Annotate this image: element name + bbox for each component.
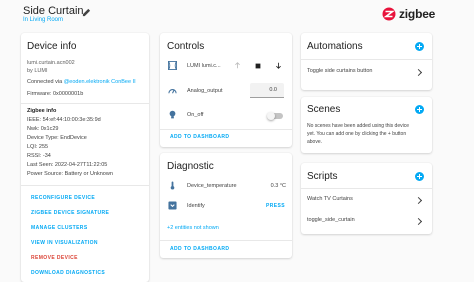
gauge-icon bbox=[168, 89, 177, 94]
brand-text: zigbee bbox=[399, 7, 436, 21]
stop-icon[interactable] bbox=[255, 63, 261, 69]
chevron-right-icon[interactable] bbox=[414, 196, 423, 205]
coordinator-link[interactable]: @eoden.elektronik ConBee II bbox=[64, 79, 136, 85]
view-in-visualization-button[interactable]: VIEW IN VISUALIZATION bbox=[31, 240, 98, 246]
diagnostic-title: Diagnostic bbox=[167, 161, 214, 172]
lqi: LQI: 255 bbox=[27, 144, 49, 150]
script-item[interactable]: toggle_side_curtain bbox=[307, 217, 355, 223]
scenes-empty-text-line2: yet. You can add one by clicking the + b… bbox=[307, 131, 407, 137]
device-manufacturer: by LUMI bbox=[27, 68, 48, 74]
device-temperature-value: 0.3 °C bbox=[270, 183, 286, 189]
divider bbox=[301, 188, 432, 189]
arrow-up-icon[interactable] bbox=[234, 62, 241, 69]
zigbee-logo-icon bbox=[382, 7, 396, 21]
device-model: lumi.curtain.acn002 bbox=[27, 60, 75, 66]
device-type: Device Type: EndDevice bbox=[27, 135, 87, 141]
area-link[interactable]: In Living Room bbox=[23, 17, 63, 23]
analog-output-value: 0.0 bbox=[269, 87, 277, 93]
identify-icon bbox=[168, 201, 177, 210]
firmware: Firmware: 0x0000001b bbox=[27, 91, 84, 97]
reconfigure-device-button[interactable]: RECONFIGURE DEVICE bbox=[31, 195, 95, 201]
identify-press-button[interactable]: PRESS bbox=[266, 203, 285, 209]
analog-output-input[interactable]: 0.0 bbox=[250, 83, 284, 98]
add-automation-button[interactable] bbox=[415, 42, 424, 51]
rssi: RSSI: -34 bbox=[27, 153, 51, 159]
scripts-card: Scripts Watch TV Curtains toggle_side_cu… bbox=[301, 163, 432, 234]
diagnostic-add-to-dashboard-button[interactable]: ADD TO DASHBOARD bbox=[170, 246, 229, 252]
divider bbox=[21, 185, 149, 186]
script-item[interactable]: Watch TV Curtains bbox=[307, 196, 353, 202]
zigbee-brand: zigbee bbox=[382, 7, 435, 21]
connected-prefix: Connected via bbox=[27, 79, 64, 85]
nwk: Nwk: 0x1c29 bbox=[27, 126, 59, 132]
ieee: IEEE: 54:ef:44:10:00:3e:35:9d bbox=[27, 117, 101, 123]
controls-card: Controls LUMI lumi.c... Analog_output 0.… bbox=[160, 33, 292, 147]
automation-item[interactable]: Toggle side curtains button bbox=[307, 68, 372, 74]
arrow-down-icon[interactable] bbox=[275, 62, 282, 69]
scenes-title: Scenes bbox=[307, 104, 341, 115]
add-scene-button[interactable] bbox=[415, 105, 424, 114]
cover-entity-name[interactable]: LUMI lumi.c... bbox=[187, 63, 221, 69]
divider bbox=[160, 240, 292, 241]
page-title: Side Curtain bbox=[23, 5, 84, 17]
diagnostic-card: Diagnostic Device_temperature 0.3 °C Ide… bbox=[160, 153, 292, 258]
zigbee-info-title: Zigbee info bbox=[27, 108, 57, 114]
on-off-label: On_off bbox=[187, 112, 204, 118]
pencil-icon[interactable] bbox=[82, 8, 91, 17]
analog-output-label: Analog_output bbox=[187, 88, 223, 94]
hidden-entities-link[interactable]: +2 entities not shown bbox=[167, 225, 219, 231]
divider bbox=[160, 129, 292, 130]
controls-add-to-dashboard-button[interactable]: ADD TO DASHBOARD bbox=[170, 134, 229, 140]
last-seen: Last Seen: 2022-04-27T11:22:05 bbox=[27, 162, 108, 168]
scenes-card: Scenes No scenes have been added using t… bbox=[301, 97, 432, 153]
device-info-card: Device info lumi.curtain.acn002 by LUMI … bbox=[21, 33, 149, 282]
controls-title: Controls bbox=[167, 41, 205, 52]
automations-title: Automations bbox=[307, 41, 363, 52]
download-diagnostics-button[interactable]: DOWNLOAD DIAGNOSTICS bbox=[31, 270, 105, 276]
scripts-title: Scripts bbox=[307, 171, 338, 182]
power-source: Power Source: Battery or Unknown bbox=[27, 171, 113, 177]
automations-card: Automations Toggle side curtains button bbox=[301, 33, 432, 90]
scenes-empty-text-line1: No scenes have been added using this dev… bbox=[307, 123, 410, 129]
divider bbox=[301, 59, 432, 60]
divider bbox=[21, 103, 149, 104]
manage-clusters-button[interactable]: MANAGE CLUSTERS bbox=[31, 225, 88, 231]
identify-label: Identify bbox=[187, 203, 205, 209]
device-temperature-label: Device_temperature bbox=[187, 183, 237, 189]
remove-device-button[interactable]: REMOVE DEVICE bbox=[31, 255, 78, 261]
curtain-icon bbox=[168, 61, 177, 70]
zigbee-device-signature-button[interactable]: ZIGBEE DEVICE SIGNATURE bbox=[31, 210, 109, 216]
add-script-button[interactable] bbox=[415, 172, 424, 181]
chevron-right-icon[interactable] bbox=[414, 217, 423, 226]
thermometer-icon bbox=[170, 181, 175, 190]
chevron-right-icon[interactable] bbox=[414, 68, 423, 77]
lightbulb-icon bbox=[169, 110, 176, 119]
scenes-empty-text-line3: above. bbox=[307, 139, 323, 145]
connected-via: Connected via @eoden.elektronik ConBee I… bbox=[27, 79, 136, 85]
on-off-toggle-thumb[interactable] bbox=[267, 112, 275, 120]
device-info-title: Device info bbox=[27, 41, 77, 52]
